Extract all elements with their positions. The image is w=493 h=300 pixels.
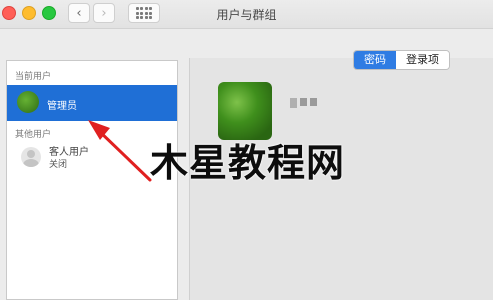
sidebar-item-label: 管理员 — [47, 101, 77, 112]
current-users-header: 当前用户 — [15, 72, 52, 82]
sidebar-item-admin[interactable]: 管理员 — [7, 85, 177, 121]
guest-user-icon — [21, 147, 41, 167]
tab-password[interactable]: 密码 — [354, 51, 396, 69]
tab-login-items[interactable]: 登录项 — [396, 51, 449, 69]
guest-status-text: 关闭 — [49, 160, 68, 170]
title-bar: ‹ › 用户与群组 — [0, 0, 493, 29]
users-and-groups-window: ‹ › 用户与群组 密码 登录项 当前用户 管理员 其他用户 客人用户 关闭 木… — [0, 0, 493, 300]
watermark-text: 木星教程网 — [150, 141, 346, 185]
sidebar-item-label: 客人用户 — [49, 147, 89, 158]
user-tabs: 密码 登录项 — [353, 50, 450, 70]
other-users-header: 其他用户 — [15, 130, 52, 140]
user-name-pixelated — [290, 98, 317, 108]
avatar — [17, 91, 39, 113]
window-title: 用户与群组 — [216, 8, 277, 22]
